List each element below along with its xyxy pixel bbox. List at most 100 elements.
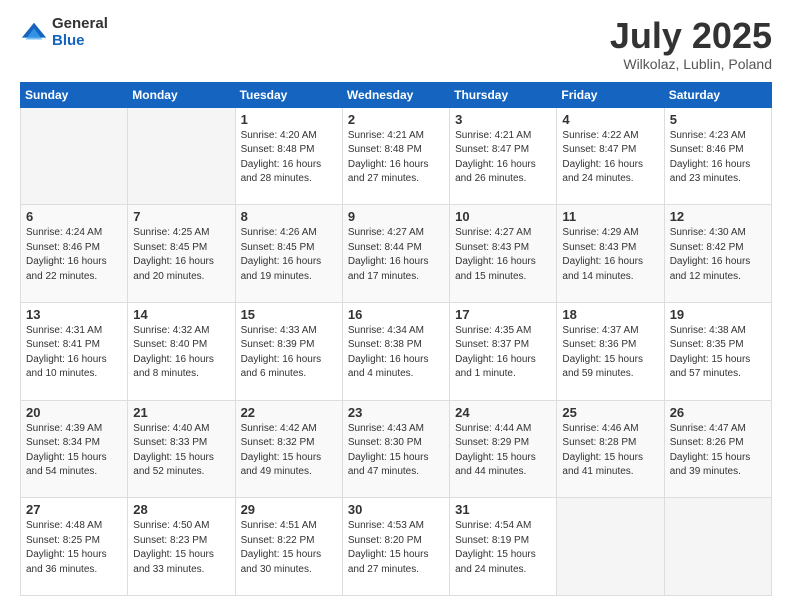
logo-text: General Blue: [52, 16, 108, 49]
header-sunday: Sunday: [21, 82, 128, 107]
day-info: Sunrise: 4:21 AMSunset: 8:48 PMDaylight:…: [348, 130, 429, 185]
location: Wilkolaz, Lublin, Poland: [610, 56, 772, 72]
day-info: Sunrise: 4:35 AMSunset: 8:37 PMDaylight:…: [455, 325, 536, 380]
day-number: 23: [348, 405, 444, 420]
table-row: 4 Sunrise: 4:22 AMSunset: 8:47 PMDayligh…: [557, 107, 664, 205]
table-row: 29 Sunrise: 4:51 AMSunset: 8:22 PMDaylig…: [235, 498, 342, 596]
day-number: 28: [133, 502, 229, 517]
day-number: 15: [241, 307, 337, 322]
day-number: 18: [562, 307, 658, 322]
day-info: Sunrise: 4:29 AMSunset: 8:43 PMDaylight:…: [562, 227, 643, 282]
table-row: 22 Sunrise: 4:42 AMSunset: 8:32 PMDaylig…: [235, 400, 342, 498]
day-info: Sunrise: 4:33 AMSunset: 8:39 PMDaylight:…: [241, 325, 322, 380]
day-info: Sunrise: 4:42 AMSunset: 8:32 PMDaylight:…: [241, 423, 322, 478]
day-info: Sunrise: 4:39 AMSunset: 8:34 PMDaylight:…: [26, 423, 107, 478]
header-friday: Friday: [557, 82, 664, 107]
calendar-week-1: 6 Sunrise: 4:24 AMSunset: 8:46 PMDayligh…: [21, 205, 772, 303]
calendar-week-0: 1 Sunrise: 4:20 AMSunset: 8:48 PMDayligh…: [21, 107, 772, 205]
day-info: Sunrise: 4:27 AMSunset: 8:44 PMDaylight:…: [348, 227, 429, 282]
table-row: [664, 498, 771, 596]
day-number: 8: [241, 209, 337, 224]
calendar-week-2: 13 Sunrise: 4:31 AMSunset: 8:41 PMDaylig…: [21, 302, 772, 400]
day-number: 3: [455, 112, 551, 127]
header-saturday: Saturday: [664, 82, 771, 107]
day-number: 22: [241, 405, 337, 420]
table-row: [128, 107, 235, 205]
day-number: 21: [133, 405, 229, 420]
main-title: July 2025: [610, 16, 772, 56]
day-number: 20: [26, 405, 122, 420]
table-row: 9 Sunrise: 4:27 AMSunset: 8:44 PMDayligh…: [342, 205, 449, 303]
day-info: Sunrise: 4:50 AMSunset: 8:23 PMDaylight:…: [133, 520, 214, 575]
logo-blue: Blue: [52, 33, 108, 50]
day-number: 17: [455, 307, 551, 322]
day-info: Sunrise: 4:24 AMSunset: 8:46 PMDaylight:…: [26, 227, 107, 282]
day-info: Sunrise: 4:51 AMSunset: 8:22 PMDaylight:…: [241, 520, 322, 575]
table-row: 27 Sunrise: 4:48 AMSunset: 8:25 PMDaylig…: [21, 498, 128, 596]
table-row: 8 Sunrise: 4:26 AMSunset: 8:45 PMDayligh…: [235, 205, 342, 303]
day-info: Sunrise: 4:25 AMSunset: 8:45 PMDaylight:…: [133, 227, 214, 282]
table-row: 25 Sunrise: 4:46 AMSunset: 8:28 PMDaylig…: [557, 400, 664, 498]
table-row: 11 Sunrise: 4:29 AMSunset: 8:43 PMDaylig…: [557, 205, 664, 303]
header-tuesday: Tuesday: [235, 82, 342, 107]
table-row: 7 Sunrise: 4:25 AMSunset: 8:45 PMDayligh…: [128, 205, 235, 303]
table-row: [557, 498, 664, 596]
table-row: 18 Sunrise: 4:37 AMSunset: 8:36 PMDaylig…: [557, 302, 664, 400]
table-row: 21 Sunrise: 4:40 AMSunset: 8:33 PMDaylig…: [128, 400, 235, 498]
table-row: 3 Sunrise: 4:21 AMSunset: 8:47 PMDayligh…: [450, 107, 557, 205]
day-info: Sunrise: 4:30 AMSunset: 8:42 PMDaylight:…: [670, 227, 751, 282]
table-row: 30 Sunrise: 4:53 AMSunset: 8:20 PMDaylig…: [342, 498, 449, 596]
day-info: Sunrise: 4:46 AMSunset: 8:28 PMDaylight:…: [562, 423, 643, 478]
table-row: 24 Sunrise: 4:44 AMSunset: 8:29 PMDaylig…: [450, 400, 557, 498]
table-row: 23 Sunrise: 4:43 AMSunset: 8:30 PMDaylig…: [342, 400, 449, 498]
day-number: 12: [670, 209, 766, 224]
logo-general: General: [52, 16, 108, 33]
day-info: Sunrise: 4:31 AMSunset: 8:41 PMDaylight:…: [26, 325, 107, 380]
day-info: Sunrise: 4:20 AMSunset: 8:48 PMDaylight:…: [241, 130, 322, 185]
table-row: [21, 107, 128, 205]
table-row: 13 Sunrise: 4:31 AMSunset: 8:41 PMDaylig…: [21, 302, 128, 400]
day-info: Sunrise: 4:43 AMSunset: 8:30 PMDaylight:…: [348, 423, 429, 478]
table-row: 5 Sunrise: 4:23 AMSunset: 8:46 PMDayligh…: [664, 107, 771, 205]
day-number: 13: [26, 307, 122, 322]
logo-icon: [20, 19, 48, 47]
day-info: Sunrise: 4:48 AMSunset: 8:25 PMDaylight:…: [26, 520, 107, 575]
day-info: Sunrise: 4:23 AMSunset: 8:46 PMDaylight:…: [670, 130, 751, 185]
day-info: Sunrise: 4:22 AMSunset: 8:47 PMDaylight:…: [562, 130, 643, 185]
table-row: 19 Sunrise: 4:38 AMSunset: 8:35 PMDaylig…: [664, 302, 771, 400]
day-info: Sunrise: 4:53 AMSunset: 8:20 PMDaylight:…: [348, 520, 429, 575]
table-row: 17 Sunrise: 4:35 AMSunset: 8:37 PMDaylig…: [450, 302, 557, 400]
table-row: 12 Sunrise: 4:30 AMSunset: 8:42 PMDaylig…: [664, 205, 771, 303]
day-number: 24: [455, 405, 551, 420]
day-number: 31: [455, 502, 551, 517]
day-info: Sunrise: 4:21 AMSunset: 8:47 PMDaylight:…: [455, 130, 536, 185]
header-thursday: Thursday: [450, 82, 557, 107]
day-info: Sunrise: 4:27 AMSunset: 8:43 PMDaylight:…: [455, 227, 536, 282]
header-monday: Monday: [128, 82, 235, 107]
day-number: 19: [670, 307, 766, 322]
day-info: Sunrise: 4:26 AMSunset: 8:45 PMDaylight:…: [241, 227, 322, 282]
calendar-week-3: 20 Sunrise: 4:39 AMSunset: 8:34 PMDaylig…: [21, 400, 772, 498]
day-info: Sunrise: 4:40 AMSunset: 8:33 PMDaylight:…: [133, 423, 214, 478]
calendar: Sunday Monday Tuesday Wednesday Thursday…: [20, 82, 772, 596]
header: General Blue July 2025 Wilkolaz, Lublin,…: [20, 16, 772, 72]
day-number: 1: [241, 112, 337, 127]
day-number: 29: [241, 502, 337, 517]
title-section: July 2025 Wilkolaz, Lublin, Poland: [610, 16, 772, 72]
day-info: Sunrise: 4:37 AMSunset: 8:36 PMDaylight:…: [562, 325, 643, 380]
day-number: 14: [133, 307, 229, 322]
table-row: 1 Sunrise: 4:20 AMSunset: 8:48 PMDayligh…: [235, 107, 342, 205]
day-number: 6: [26, 209, 122, 224]
day-number: 25: [562, 405, 658, 420]
table-row: 26 Sunrise: 4:47 AMSunset: 8:26 PMDaylig…: [664, 400, 771, 498]
day-number: 16: [348, 307, 444, 322]
day-info: Sunrise: 4:34 AMSunset: 8:38 PMDaylight:…: [348, 325, 429, 380]
table-row: 16 Sunrise: 4:34 AMSunset: 8:38 PMDaylig…: [342, 302, 449, 400]
table-row: 14 Sunrise: 4:32 AMSunset: 8:40 PMDaylig…: [128, 302, 235, 400]
day-info: Sunrise: 4:44 AMSunset: 8:29 PMDaylight:…: [455, 423, 536, 478]
day-number: 27: [26, 502, 122, 517]
table-row: 15 Sunrise: 4:33 AMSunset: 8:39 PMDaylig…: [235, 302, 342, 400]
table-row: 6 Sunrise: 4:24 AMSunset: 8:46 PMDayligh…: [21, 205, 128, 303]
day-number: 10: [455, 209, 551, 224]
calendar-header-row: Sunday Monday Tuesday Wednesday Thursday…: [21, 82, 772, 107]
